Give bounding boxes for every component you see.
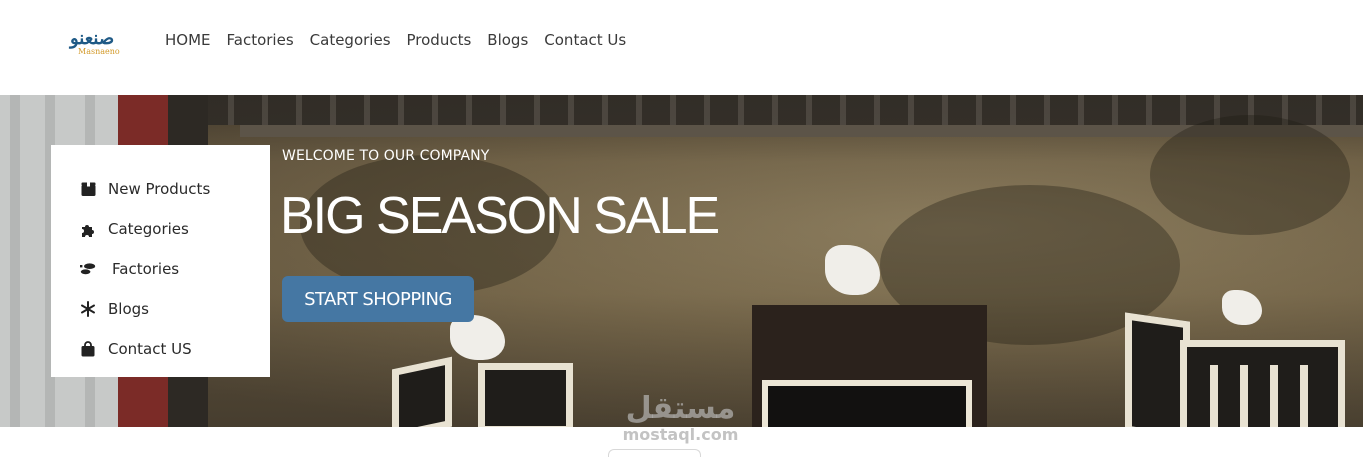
logo-english-text: Masnaeno (78, 47, 120, 56)
start-shopping-button[interactable]: START SHOPPING (282, 276, 474, 322)
watermark-arabic: مستقل (625, 391, 736, 426)
watermark-english: mostaql.com (622, 425, 739, 444)
side-item-label: Factories (112, 260, 180, 278)
hero-bg-window (762, 380, 972, 427)
side-item-factories[interactable]: Factories (51, 249, 270, 289)
hero-bg-grill (1270, 365, 1278, 427)
watermark: مستقل mostaql.com (618, 392, 743, 447)
category-side-menu: New Products Categories Factories Blogs … (51, 145, 270, 377)
brand-logo[interactable]: صنعنو Masnaeno (68, 26, 136, 58)
shopping-bag-icon (80, 341, 96, 357)
side-item-label: Blogs (108, 300, 149, 318)
hero-welcome-text: WELCOME TO OUR COMPANY (282, 148, 490, 164)
puzzle-icon (80, 221, 96, 237)
snowflake-icon (80, 301, 96, 317)
bottom-scroll-tab[interactable] (608, 449, 701, 457)
side-item-blogs[interactable]: Blogs (51, 289, 270, 329)
nav-categories[interactable]: Categories (310, 31, 391, 49)
logo-arabic-text: صنعنو (70, 28, 115, 49)
nav-home[interactable]: HOME (165, 31, 211, 49)
hero-bg-roof (200, 95, 1363, 125)
shoe-prints-icon (80, 261, 96, 277)
side-item-categories[interactable]: Categories (51, 209, 270, 249)
hero-bg-stripe (10, 95, 20, 427)
side-item-contact-us[interactable]: Contact US (51, 329, 270, 369)
site-header: صنعنو Masnaeno HOME Factories Categories… (0, 0, 1363, 95)
side-item-label: Contact US (108, 340, 192, 358)
hero-bg-window (1180, 340, 1345, 427)
hero-bg-grill (1300, 365, 1308, 427)
side-item-label: Categories (108, 220, 189, 238)
side-item-label: New Products (108, 180, 211, 198)
hero-bg-grill (1240, 365, 1248, 427)
box-icon (80, 181, 96, 197)
hero-bg-window (478, 363, 573, 427)
side-item-new-products[interactable]: New Products (51, 169, 270, 209)
nav-factories[interactable]: Factories (227, 31, 294, 49)
hero-bg-stain (1150, 115, 1350, 235)
nav-contact-us[interactable]: Contact Us (544, 31, 626, 49)
hero-bg-paper (825, 245, 880, 295)
hero-bg-grill (1210, 365, 1218, 427)
nav-blogs[interactable]: Blogs (487, 31, 528, 49)
hero-title: BIG SEASON SALE (280, 187, 720, 245)
nav-products[interactable]: Products (407, 31, 472, 49)
main-nav: HOME Factories Categories Products Blogs… (165, 31, 642, 49)
hero-bg-window (392, 356, 452, 427)
hero-bg-paper (1222, 290, 1262, 325)
